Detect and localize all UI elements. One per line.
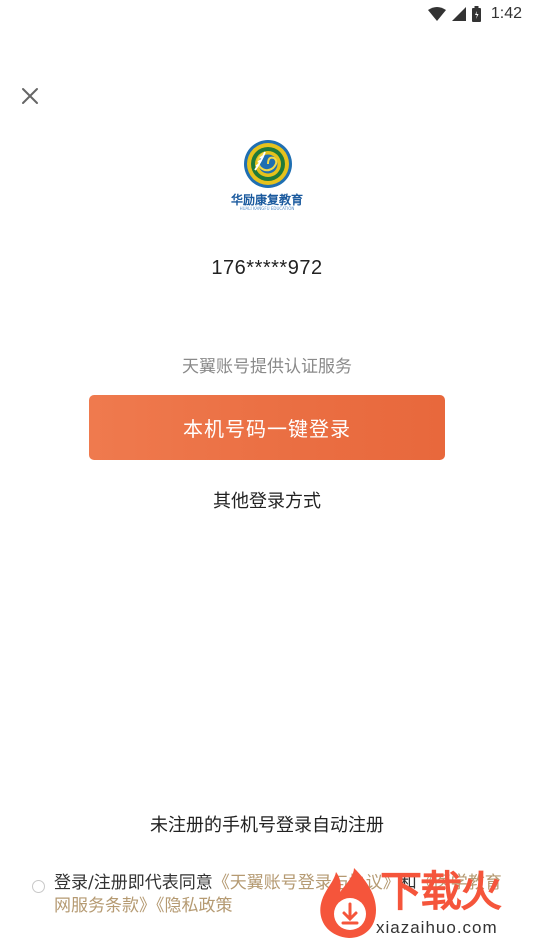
provider-note: 天翼账号提供认证服务 — [182, 357, 352, 377]
close-icon — [22, 88, 38, 104]
watermark-url: xiazaihuo.com — [376, 918, 498, 937]
agreement-prefix: 登录/注册即代表同意 — [54, 873, 213, 893]
auto-register-note: 未注册的手机号登录自动注册 — [150, 815, 384, 836]
watermark: 下载火 xiazaihuo.com — [314, 858, 530, 948]
flame-logo-icon — [320, 868, 376, 938]
status-bar: 1:42 — [0, 0, 534, 28]
masked-phone-number: 176*****972 — [211, 257, 323, 279]
close-button[interactable] — [18, 84, 42, 108]
status-time: 1:42 — [490, 5, 522, 22]
privacy-policy-link[interactable]: 《隐私政策 — [156, 896, 233, 916]
agreement-checkbox[interactable] — [32, 880, 45, 893]
signal-icon — [451, 7, 466, 21]
one-click-login-button[interactable]: 本机号码一键登录 — [89, 395, 445, 460]
status-icons: 1:42 — [427, 4, 522, 24]
brand-subtitle: HUALI KANGFU EDUCATION — [239, 206, 295, 211]
watermark-title: 下载火 — [380, 867, 502, 916]
other-login-link[interactable]: 其他登录方式 — [0, 487, 534, 513]
wifi-icon — [427, 7, 446, 21]
battery-icon — [471, 6, 481, 22]
